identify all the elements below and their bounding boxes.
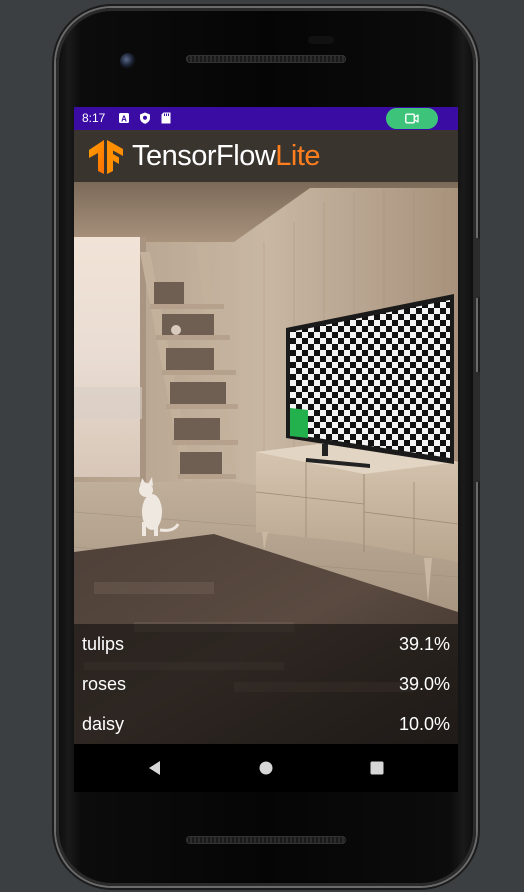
emulator-stage: 8:17 A TensorFlowLite tulips 39.1% roses… [0,0,524,892]
back-triangle-icon[interactable] [143,756,167,780]
status-time: 8:17 [82,111,106,125]
result-label: roses [82,674,127,694]
status-bar: 8:17 A [74,107,458,130]
power-button[interactable] [474,238,480,298]
proximity-sensor [308,36,334,44]
svg-text:A: A [121,115,127,124]
brand-accent: Lite [275,140,321,172]
classification-results: tulips 39.1% roses 39.0% daisy 10.0% [74,624,458,744]
front-camera-icon [120,53,136,69]
result-score: 39.1% [398,634,450,654]
system-nav-bar [74,744,458,792]
result-row: tulips 39.1% [74,624,458,664]
result-score: 10.0% [398,714,450,734]
phone-screen: 8:17 A TensorFlowLite tulips 39.1% roses… [74,107,458,792]
tensorflow-logo-icon [89,140,123,174]
camera-in-use-indicator[interactable] [386,108,438,129]
bottom-speaker [186,836,346,844]
app-header: TensorFlowLite [74,130,458,182]
shield-icon [140,112,150,124]
result-score: 39.0% [398,674,450,694]
sd-card-icon [161,112,171,124]
recents-square-icon[interactable] [365,756,389,780]
brand-name: TensorFlow [132,140,276,172]
volume-button[interactable] [474,372,480,482]
app-title: TensorFlowLite [132,139,321,173]
result-label: daisy [82,714,125,734]
a-notification-icon: A [119,113,129,124]
result-row: daisy 10.0% [74,704,458,744]
earpiece-speaker [186,55,346,63]
video-camera-icon [405,113,419,124]
result-label: tulips [82,634,125,654]
result-row: roses 39.0% [74,664,458,704]
home-circle-icon[interactable] [254,756,278,780]
